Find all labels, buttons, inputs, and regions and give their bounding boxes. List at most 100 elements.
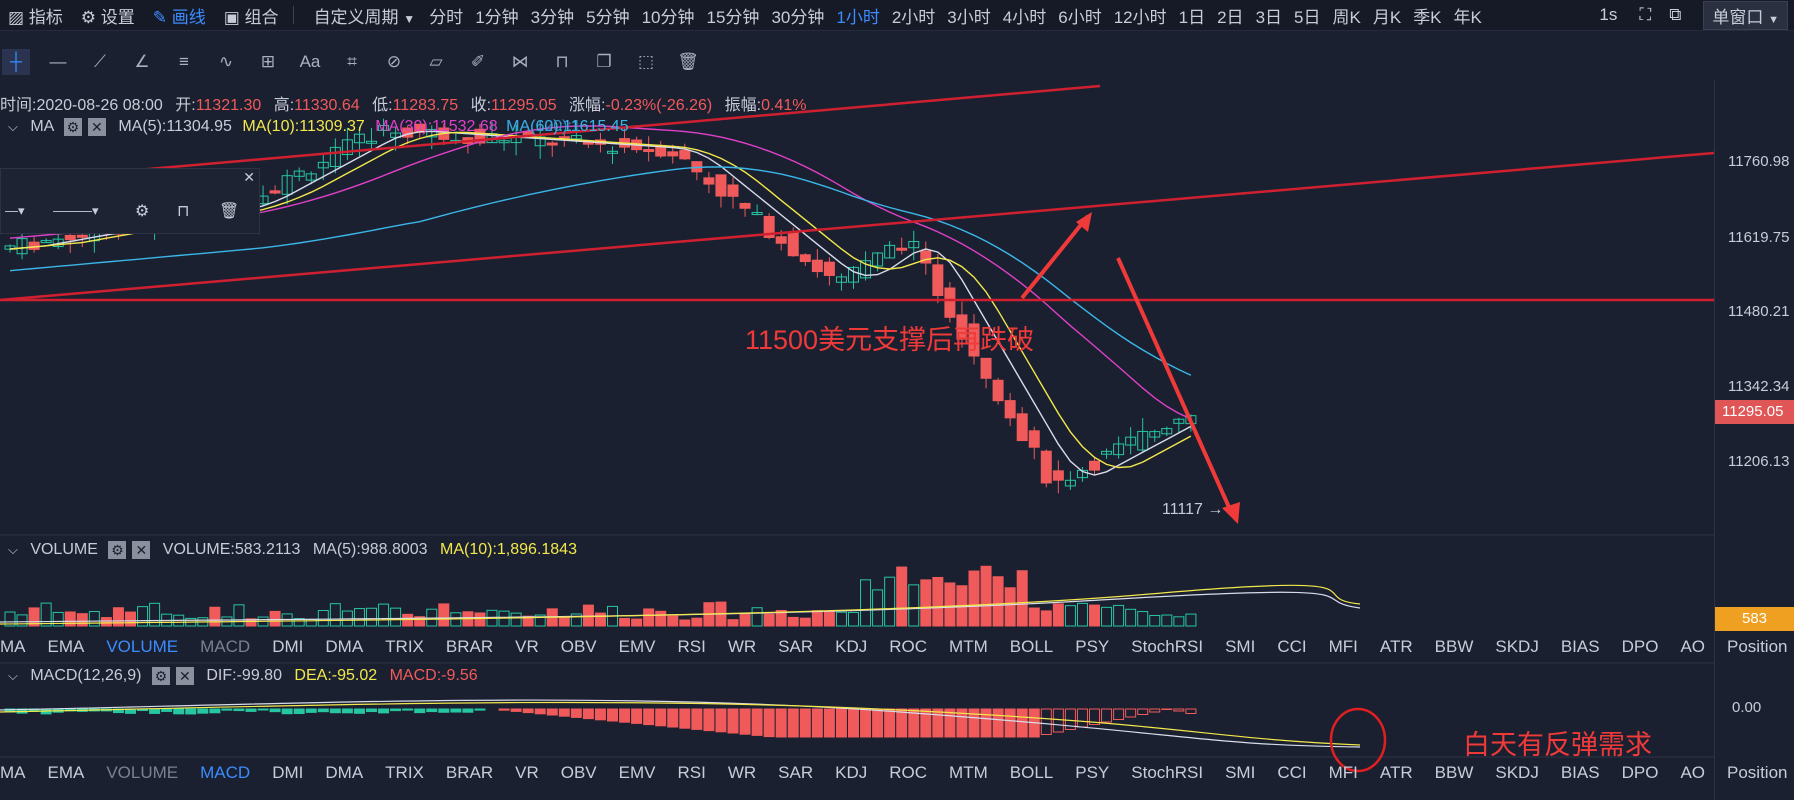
lower-tab-stochrsi[interactable]: StochRSI xyxy=(1131,763,1203,783)
macd-bar xyxy=(510,708,522,712)
candle-body xyxy=(727,184,739,197)
amp-value: 0.41% xyxy=(761,97,807,114)
volume-bar xyxy=(209,606,221,627)
upper-tab-wr[interactable]: WR xyxy=(728,637,756,657)
trash-icon[interactable]: 🗑 xyxy=(219,201,239,221)
upper-tab-roc[interactable]: ROC xyxy=(889,637,927,657)
upper-tab-skdj[interactable]: SKDJ xyxy=(1495,637,1538,657)
volume-ma10: MA(10):1,896.1843 xyxy=(440,541,577,559)
upper-tab-boll[interactable]: BOLL xyxy=(1010,637,1053,657)
candle-body xyxy=(1089,460,1100,471)
macd-bar xyxy=(378,708,390,714)
volume-bar xyxy=(438,603,450,627)
line-width-select[interactable]: —▾ xyxy=(5,203,25,219)
lower-tab-smi[interactable]: SMI xyxy=(1225,763,1255,783)
gear-icon[interactable]: ⚙ xyxy=(151,667,170,685)
upper-tab-cci[interactable]: CCI xyxy=(1277,637,1306,657)
gear-icon[interactable]: ⚙ xyxy=(63,118,82,136)
lower-tab-ao[interactable]: AO xyxy=(1680,763,1705,783)
lower-tab-wr[interactable]: WR xyxy=(728,763,756,783)
macd-bar xyxy=(992,708,1004,738)
lower-tab-sar[interactable]: SAR xyxy=(778,763,813,783)
lower-tab-mtm[interactable]: MTM xyxy=(949,763,988,783)
lower-tab-bias[interactable]: BIAS xyxy=(1561,763,1600,783)
macd-bar xyxy=(811,708,823,738)
upper-tab-kdj[interactable]: KDJ xyxy=(835,637,867,657)
close-icon[interactable]: ✕ xyxy=(243,169,255,186)
macd-bar xyxy=(860,708,872,738)
upper-tab-trix[interactable]: TRIX xyxy=(385,637,424,657)
upper-tab-mtm[interactable]: MTM xyxy=(949,637,988,657)
lower-tab-boll[interactable]: BOLL xyxy=(1010,763,1053,783)
upper-tab-bbw[interactable]: BBW xyxy=(1435,637,1474,657)
lower-tab-atr[interactable]: ATR xyxy=(1380,763,1413,783)
lower-tab-ma[interactable]: MA xyxy=(0,763,26,783)
close-icon[interactable]: ✕ xyxy=(132,541,151,559)
macd-bar xyxy=(1173,708,1185,712)
lower-tab-macd[interactable]: MACD xyxy=(200,763,250,783)
collapse-icon[interactable]: ⌵ xyxy=(8,119,18,134)
lower-tab-roc[interactable]: ROC xyxy=(889,763,927,783)
upper-tab-mfi[interactable]: MFI xyxy=(1329,637,1358,657)
lower-tab-mfi[interactable]: MFI xyxy=(1329,763,1358,783)
lower-tab-dma[interactable]: DMA xyxy=(325,763,363,783)
lower-tab-trix[interactable]: TRIX xyxy=(385,763,424,783)
volume-bar xyxy=(329,603,341,627)
lower-tab-position[interactable]: Position xyxy=(1727,763,1787,783)
lock-icon[interactable]: ⊓ xyxy=(177,201,189,221)
upper-tab-volume[interactable]: VOLUME xyxy=(106,637,178,657)
lower-tab-dmi[interactable]: DMI xyxy=(272,763,303,783)
lower-tab-emv[interactable]: EMV xyxy=(619,763,656,783)
lower-tab-psy[interactable]: PSY xyxy=(1075,763,1109,783)
upper-tab-macd[interactable]: MACD xyxy=(200,637,250,657)
volume-bar xyxy=(787,616,799,627)
lower-tab-vr[interactable]: VR xyxy=(515,763,539,783)
macd-bar xyxy=(426,708,438,713)
line-style-select[interactable]: ———▾ xyxy=(53,203,99,219)
lower-tab-obv[interactable]: OBV xyxy=(561,763,597,783)
close-icon[interactable]: ✕ xyxy=(175,667,194,685)
upper-tab-ema[interactable]: EMA xyxy=(48,637,85,657)
upper-tab-rsi[interactable]: RSI xyxy=(678,637,706,657)
upper-tab-smi[interactable]: SMI xyxy=(1225,637,1255,657)
upper-tab-dpo[interactable]: DPO xyxy=(1622,637,1659,657)
lower-tab-cci[interactable]: CCI xyxy=(1277,763,1306,783)
volume-bar xyxy=(1161,614,1173,627)
upper-tab-position[interactable]: Position xyxy=(1727,637,1787,657)
upper-tab-emv[interactable]: EMV xyxy=(619,637,656,657)
settings-icon[interactable]: ⚙ xyxy=(135,201,149,221)
lower-tab-brar[interactable]: BRAR xyxy=(446,763,493,783)
change-label: 涨幅: xyxy=(569,97,606,114)
lower-tab-rsi[interactable]: RSI xyxy=(678,763,706,783)
gear-icon[interactable]: ⚙ xyxy=(108,541,127,559)
lower-tab-skdj[interactable]: SKDJ xyxy=(1495,763,1538,783)
indicator-tabs-lower: MA EMA VOLUME MACD DMI DMA TRIX BRAR VR OBV EMV RSI… xyxy=(0,760,1794,786)
lower-tab-ema[interactable]: EMA xyxy=(48,763,85,783)
lower-tab-volume[interactable]: VOLUME xyxy=(106,763,178,783)
lower-tab-dpo[interactable]: DPO xyxy=(1622,763,1659,783)
upper-tab-brar[interactable]: BRAR xyxy=(446,637,493,657)
collapse-icon[interactable]: ⌵ xyxy=(8,668,18,683)
upper-tab-vr[interactable]: VR xyxy=(515,637,539,657)
upper-tab-psy[interactable]: PSY xyxy=(1075,637,1109,657)
macd-bar xyxy=(462,708,474,713)
lower-tab-bbw[interactable]: BBW xyxy=(1435,763,1474,783)
close-icon[interactable]: ✕ xyxy=(87,118,106,136)
upper-tab-ma[interactable]: MA xyxy=(0,637,26,657)
dea-value: DEA:-95.02 xyxy=(294,667,378,685)
upper-tab-stochrsi[interactable]: StochRSI xyxy=(1131,637,1203,657)
upper-tab-sar[interactable]: SAR xyxy=(778,637,813,657)
collapse-icon[interactable]: ⌵ xyxy=(8,542,18,557)
lower-tab-kdj[interactable]: KDJ xyxy=(835,763,867,783)
upper-tab-bias[interactable]: BIAS xyxy=(1561,637,1600,657)
upper-tab-ao[interactable]: AO xyxy=(1680,637,1705,657)
macd-bar xyxy=(679,708,691,729)
upper-tab-obv[interactable]: OBV xyxy=(561,637,597,657)
candle-body xyxy=(823,261,835,276)
macd-bar xyxy=(896,708,908,738)
macd-bar xyxy=(739,708,751,735)
upper-tab-atr[interactable]: ATR xyxy=(1380,637,1413,657)
upper-tab-dma[interactable]: DMA xyxy=(325,637,363,657)
macd-bar xyxy=(269,708,281,713)
upper-tab-dmi[interactable]: DMI xyxy=(272,637,303,657)
